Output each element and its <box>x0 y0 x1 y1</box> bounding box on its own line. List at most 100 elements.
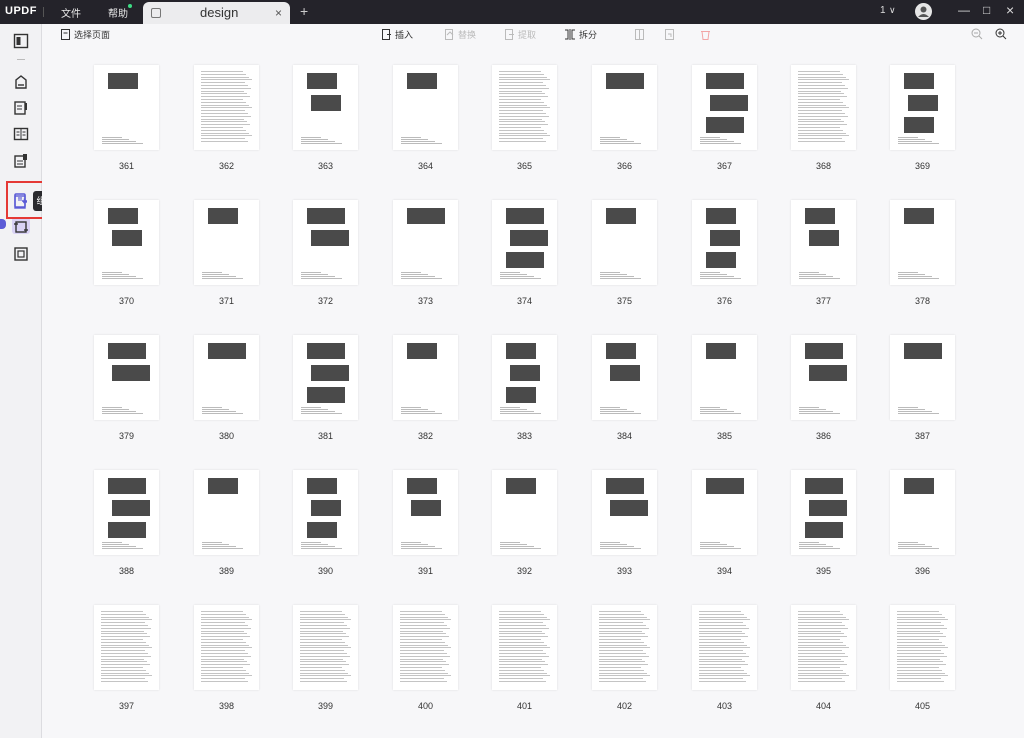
page-thumbnail[interactable] <box>293 605 358 690</box>
page-thumbnail[interactable] <box>393 470 458 555</box>
avatar[interactable] <box>915 3 932 20</box>
page-thumbnail[interactable] <box>592 200 657 285</box>
page-thumbnail[interactable] <box>692 65 757 150</box>
page-thumbnail[interactable] <box>194 605 259 690</box>
thumbnail-image <box>108 343 146 359</box>
page-thumbnail[interactable] <box>94 200 159 285</box>
thumbnail-text-line <box>798 658 841 660</box>
page-thumbnail[interactable] <box>393 335 458 420</box>
thumbnail-text-line <box>599 664 648 666</box>
page-thumbnail[interactable] <box>592 65 657 150</box>
page-thumbnail[interactable] <box>492 200 557 285</box>
comment-icon[interactable] <box>13 74 29 90</box>
thumbnail-text-line <box>798 622 842 624</box>
page-indicator[interactable]: 1 <box>880 5 886 16</box>
reader-icon[interactable] <box>13 33 29 49</box>
thumbnail-text-line <box>898 409 925 410</box>
replace-icon <box>445 29 454 40</box>
tab-close-icon[interactable]: × <box>275 6 282 20</box>
thumbnail-text-line <box>599 669 644 671</box>
thumbnail-text-line <box>798 93 844 95</box>
extract-button[interactable]: 提取 <box>504 28 536 41</box>
chevron-down-icon[interactable]: ∨ <box>889 5 896 16</box>
minimize-button[interactable]: — <box>958 3 970 17</box>
menu-file[interactable]: 文件 <box>61 5 81 20</box>
page-thumbnail[interactable] <box>194 200 259 285</box>
thumbnail-text-line <box>897 653 944 654</box>
page-thumbnail[interactable] <box>692 200 757 285</box>
page-thumbnail[interactable] <box>592 605 657 690</box>
page-thumbnail[interactable] <box>890 470 955 555</box>
page-thumbnail[interactable] <box>592 470 657 555</box>
page-thumbnail[interactable] <box>293 470 358 555</box>
thumbnail-text-line <box>201 110 245 112</box>
protect-icon[interactable] <box>13 246 29 262</box>
crop-icon[interactable] <box>13 219 29 235</box>
page-thumbnail[interactable] <box>692 335 757 420</box>
thumbnail-text-line <box>499 675 550 677</box>
replace-button[interactable]: 替换 <box>444 28 476 41</box>
page-thumbnail[interactable] <box>592 335 657 420</box>
page-thumbnail[interactable] <box>692 470 757 555</box>
page-thumbnail[interactable] <box>393 65 458 150</box>
page-thumbnail[interactable] <box>194 65 259 150</box>
ocr-icon[interactable] <box>13 153 29 169</box>
rotate-left-icon[interactable] <box>634 29 645 40</box>
page-thumbnail[interactable] <box>791 605 856 690</box>
maximize-button[interactable]: □ <box>983 3 990 17</box>
thumbnail-text-line <box>600 137 620 138</box>
page-thumbnail[interactable] <box>293 200 358 285</box>
form-icon[interactable] <box>13 126 29 142</box>
thumbnail-image <box>311 95 341 111</box>
close-window-button[interactable]: × <box>1006 2 1014 18</box>
thumbnail-text-line <box>301 139 328 140</box>
page-thumbnail[interactable] <box>791 470 856 555</box>
page-thumbnail[interactable] <box>293 65 358 150</box>
page-thumbnail[interactable] <box>94 335 159 420</box>
page-thumbnail[interactable] <box>94 470 159 555</box>
page-thumbnail[interactable] <box>890 335 955 420</box>
thumbnail-text-line <box>898 546 932 547</box>
page-thumbnail[interactable] <box>492 470 557 555</box>
thumbnail-text-line <box>499 613 544 615</box>
zoom-in-icon[interactable] <box>995 28 1007 40</box>
page-thumbnail[interactable] <box>393 200 458 285</box>
thumbnail-text-line <box>798 667 840 668</box>
new-tab-button[interactable]: + <box>300 3 308 19</box>
split-button[interactable]: 拆分 <box>564 28 597 41</box>
thumbnail-text-line <box>300 616 348 618</box>
zoom-out-icon[interactable] <box>971 28 983 40</box>
thumbnail-text-line <box>101 619 152 621</box>
page-number-label: 395 <box>815 566 832 576</box>
page-thumbnail[interactable] <box>293 335 358 420</box>
page-thumbnail[interactable] <box>194 335 259 420</box>
page-thumbnail[interactable] <box>890 65 955 150</box>
thumbnail-text-line <box>897 658 940 660</box>
select-pages-button[interactable]: 选择页面 <box>60 28 110 41</box>
page-thumbnail[interactable] <box>890 605 955 690</box>
thumbnail-text-line <box>400 613 445 615</box>
page-thumbnail[interactable] <box>890 200 955 285</box>
page-thumbnail[interactable] <box>692 605 757 690</box>
thumbnail-text-line <box>600 548 641 549</box>
page-thumbnail[interactable] <box>94 605 159 690</box>
page-thumbnail[interactable] <box>194 470 259 555</box>
page-thumbnail[interactable] <box>791 65 856 150</box>
page-thumbnail[interactable] <box>492 65 557 150</box>
organize-pages-button[interactable] <box>12 192 30 210</box>
edit-icon[interactable] <box>13 100 29 116</box>
insert-button[interactable]: 插入 <box>381 28 413 41</box>
page-thumbnail[interactable] <box>791 200 856 285</box>
thumbnail-text-line <box>499 667 541 668</box>
page-thumbnail[interactable] <box>393 605 458 690</box>
rotate-right-icon[interactable] <box>664 29 675 40</box>
delete-icon[interactable] <box>700 29 711 40</box>
page-thumbnail[interactable] <box>492 605 557 690</box>
thumbnail-text-line <box>599 619 650 621</box>
thumbnail-text-line <box>499 653 546 654</box>
page-thumbnail[interactable] <box>94 65 159 150</box>
menu-help[interactable]: 帮助 <box>108 5 128 20</box>
document-tab[interactable]: design × <box>143 2 290 24</box>
page-thumbnail[interactable] <box>791 335 856 420</box>
page-thumbnail[interactable] <box>492 335 557 420</box>
